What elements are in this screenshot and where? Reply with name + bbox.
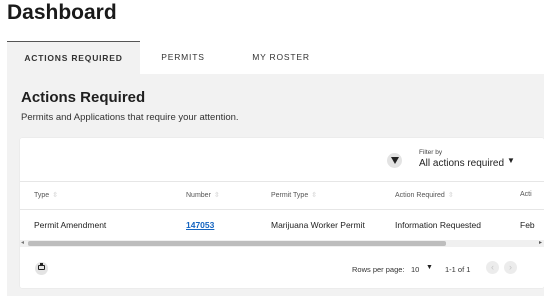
tab-my-roster[interactable]: MY ROSTER [226,41,336,74]
header-divider [20,181,544,182]
cell-action-date: Feb [520,220,535,230]
tab-bar: ACTIONS REQUIRED PERMITS MY ROSTER [7,41,544,74]
cell-action-required: Information Requested [395,220,481,230]
scroll-right-icon[interactable]: ▸ [539,239,542,246]
filter-icon[interactable] [387,153,402,168]
column-header-permit-type[interactable]: Permit Type ⇳ [271,191,317,199]
tab-actions-required[interactable]: ACTIONS REQUIRED [7,41,140,74]
rows-per-page-label: Rows per page: [352,265,405,274]
page-title: Dashboard [7,1,117,24]
section-title: Actions Required [21,89,146,106]
chevron-right-icon[interactable]: › [504,261,517,274]
row-divider [20,209,544,210]
scrollbar-thumb[interactable] [28,241,446,246]
permit-number-link[interactable]: 147053 [186,220,214,230]
column-header-action[interactable]: Acti [520,191,532,198]
printer-shape [38,263,45,270]
sort-icon[interactable]: ⇳ [311,192,317,199]
sort-icon[interactable]: ⇳ [448,192,454,199]
actions-table-card: Filter by All actions required ▼ Type ⇳ N… [20,138,544,288]
pagination-range: 1-1 of 1 [445,265,471,274]
column-header-action-required[interactable]: Action Required ⇳ [395,191,454,199]
filter-label: Filter by [419,149,443,156]
section-subtitle: Permits and Applications that require yo… [21,112,239,123]
horizontal-scrollbar[interactable]: ◂ ▸ [20,240,544,247]
actions-required-panel: Actions Required Permits and Application… [7,74,544,296]
scroll-left-icon[interactable]: ◂ [21,239,24,246]
cell-permit-type: Marijuana Worker Permit [271,220,365,230]
sort-icon[interactable]: ⇳ [214,192,220,199]
sort-icon[interactable]: ⇳ [52,192,58,199]
chevron-left-icon[interactable]: ‹ [486,261,499,274]
rows-per-page-select[interactable]: 10 [411,265,419,274]
column-header-type[interactable]: Type ⇳ [34,191,58,199]
print-icon[interactable] [35,262,48,275]
filter-dropdown[interactable]: All actions required [419,158,504,169]
caret-down-icon[interactable]: ▼ [426,264,433,271]
column-header-number[interactable]: Number ⇳ [186,191,220,199]
caret-down-icon[interactable]: ▼ [507,156,515,165]
tab-permits[interactable]: PERMITS [140,41,226,74]
cell-type: Permit Amendment [34,220,107,230]
